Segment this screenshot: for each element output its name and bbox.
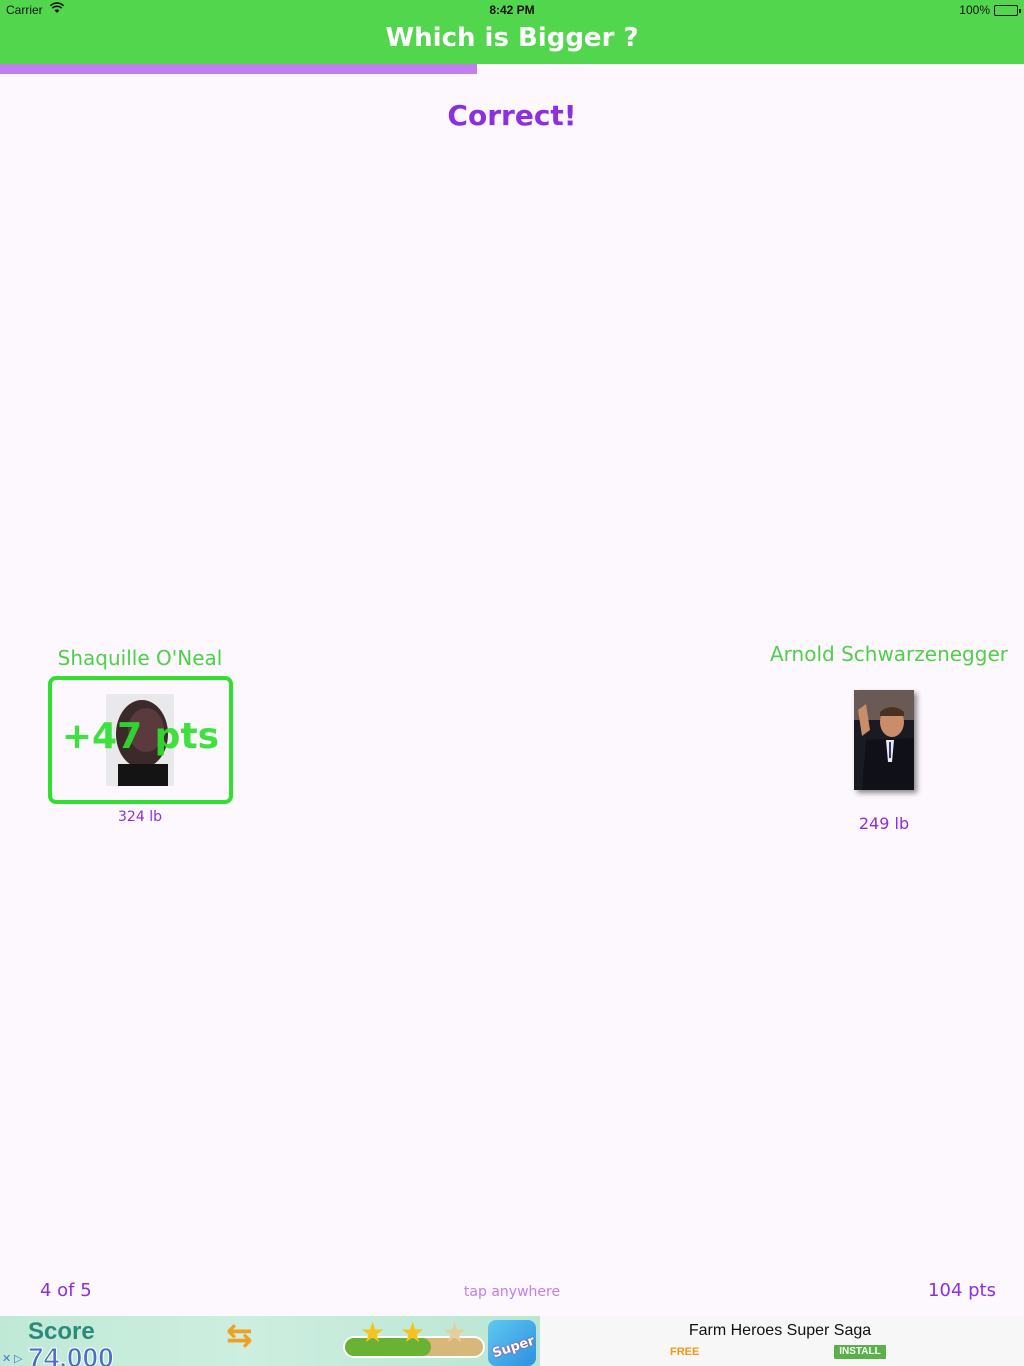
- status-bar: Carrier 8:42 PM 100%: [0, 0, 1024, 20]
- right-contestant-name: Arnold Schwarzenegger: [770, 642, 1008, 666]
- star-icon: ★: [400, 1316, 426, 1349]
- star-empty-icon: ★: [442, 1316, 468, 1349]
- ad-artwork[interactable]: Score 74,000 ⇆ ★ ★ ★ Super ✕ ▷: [0, 1316, 540, 1366]
- points-earned: +47 pts: [61, 716, 220, 757]
- star-icon: ★: [360, 1316, 386, 1349]
- ad-title[interactable]: Farm Heroes Super Saga: [540, 1322, 1020, 1340]
- left-contestant-card-selected[interactable]: +47 pts: [48, 676, 233, 804]
- right-contestant[interactable]: Arnold Schwarzenegger 249 lb: [770, 642, 1008, 833]
- right-contestant-photo[interactable]: [854, 690, 914, 790]
- ad-install-button[interactable]: INSTALL: [834, 1345, 886, 1359]
- nav-bar: Which is Bigger ?: [0, 20, 1024, 64]
- battery-icon: [994, 5, 1021, 16]
- ad-banner[interactable]: Score 74,000 ⇆ ★ ★ ★ Super ✕ ▷ Farm Hero…: [0, 1316, 1024, 1366]
- left-contestant-name: Shaquille O'Neal: [57, 646, 223, 670]
- page-title: Which is Bigger ?: [385, 23, 639, 53]
- right-contestant-weight: 249 lb: [858, 814, 910, 833]
- tap-anywhere-hint[interactable]: tap anywhere: [0, 1284, 1024, 1300]
- ad-app-icon[interactable]: Super: [488, 1320, 536, 1366]
- swap-arrows-icon: ⇆: [226, 1316, 253, 1354]
- total-score: 104 pts: [928, 1280, 996, 1301]
- ad-close-icon[interactable]: ✕: [2, 1352, 11, 1365]
- ad-app-icon-text: Super: [490, 1333, 537, 1362]
- left-contestant-weight: 324 lb: [118, 809, 162, 825]
- adchoices-icon[interactable]: ▷: [14, 1352, 22, 1365]
- round-progress-bar: [0, 64, 1024, 74]
- round-progress-fill: [0, 64, 478, 74]
- clock: 8:42 PM: [489, 3, 535, 17]
- ad-price: FREE: [670, 1346, 700, 1358]
- ad-score-value: 74,000: [28, 1342, 115, 1366]
- result-message: Correct!: [447, 99, 577, 132]
- left-contestant[interactable]: Shaquille O'Neal +47 pts 324 lb: [40, 646, 240, 825]
- battery-percent: 100%: [959, 3, 990, 17]
